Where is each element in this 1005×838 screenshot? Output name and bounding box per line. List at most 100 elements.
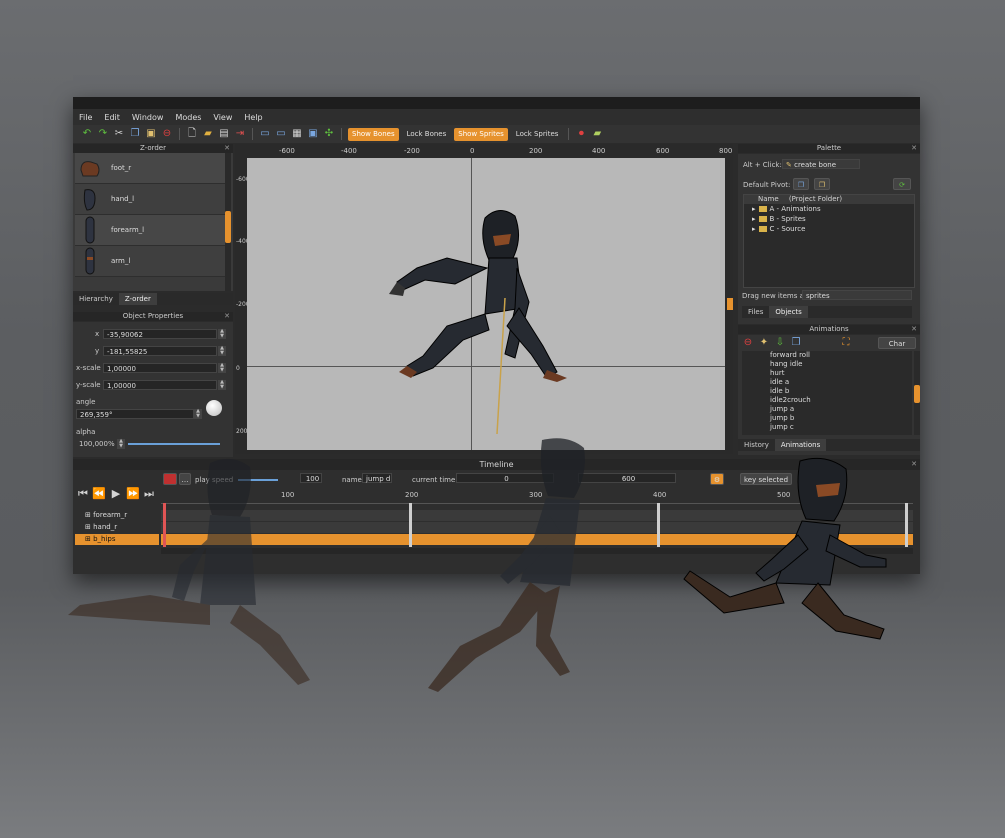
angle-dial[interactable] xyxy=(206,400,222,416)
zorder-scrollbar[interactable] xyxy=(225,153,231,291)
menu-window[interactable]: Window xyxy=(126,113,170,122)
viewport[interactable]: -600 -400 -200 0 200 400 600 800 -600 -4… xyxy=(235,144,733,454)
col-folder[interactable]: (Project Folder) xyxy=(789,195,842,203)
tab-history[interactable]: History xyxy=(738,439,775,451)
alpha-value[interactable]: 100,000% xyxy=(79,440,115,448)
tab-files[interactable]: Files xyxy=(742,306,769,318)
scrollbar-thumb[interactable] xyxy=(914,385,920,403)
yscale-spinner[interactable]: ▲ ▼ xyxy=(218,380,226,390)
new-file-icon[interactable]: 🗋 xyxy=(186,128,198,140)
cut-icon[interactable]: ✂ xyxy=(113,128,125,140)
view-icon[interactable]: ▭ xyxy=(259,128,271,140)
col-name[interactable]: Name xyxy=(758,195,779,203)
tab-objects[interactable]: Objects xyxy=(769,306,808,318)
copy-animation-icon[interactable]: ❐ xyxy=(790,337,802,349)
keyframe-marker[interactable] xyxy=(409,503,412,547)
show-bones-button[interactable]: Show Bones xyxy=(348,127,399,141)
menu-view[interactable]: View xyxy=(207,113,238,122)
list-item[interactable]: forearm_l xyxy=(75,215,225,246)
import-animation-icon[interactable]: ⇩ xyxy=(774,337,786,349)
expand-icon[interactable]: ▸ xyxy=(752,205,756,213)
list-item[interactable]: hand_l xyxy=(75,184,225,215)
y-spinner[interactable]: ▲ ▼ xyxy=(218,346,226,356)
list-item[interactable]: hurt xyxy=(770,369,785,378)
fit-icon[interactable]: ✣ xyxy=(323,128,335,140)
folder-icon[interactable]: ▰ xyxy=(591,128,603,140)
list-item[interactable]: idle b xyxy=(770,387,789,396)
view3-icon[interactable]: ▦ xyxy=(291,128,303,140)
show-sprites-button[interactable]: Show Sprites xyxy=(454,127,508,141)
redo-icon[interactable]: ↷ xyxy=(97,128,109,140)
record-icon[interactable]: ⏺ xyxy=(575,128,587,140)
pivot-button-1[interactable]: ❐ xyxy=(793,178,809,190)
default-pivot-label: Default Pivot: xyxy=(743,181,791,189)
pivot-button-2[interactable]: ❐ xyxy=(814,178,830,190)
scrollbar-thumb[interactable] xyxy=(225,211,231,243)
list-item[interactable]: idle a xyxy=(770,378,789,387)
tab-zorder[interactable]: Z-order xyxy=(118,293,157,305)
delete-icon[interactable]: ⊖ xyxy=(161,128,173,140)
x-spinner[interactable]: ▲ ▼ xyxy=(218,329,226,339)
angle-spinner[interactable]: ▲ ▼ xyxy=(194,409,202,419)
list-item[interactable]: idle2crouch xyxy=(770,396,811,405)
canvas[interactable] xyxy=(247,158,725,450)
alpha-spinner[interactable]: ▲ ▼ xyxy=(117,439,125,449)
tab-hierarchy[interactable]: Hierarchy xyxy=(73,293,119,305)
drag-select[interactable]: sprites xyxy=(802,290,912,300)
tree-item[interactable]: ▸ A - Animations xyxy=(752,205,821,213)
x-field[interactable]: -35,90062 xyxy=(103,329,217,339)
menu-help[interactable]: Help xyxy=(238,113,268,122)
list-item[interactable]: hang idle xyxy=(770,360,802,369)
remove-animation-icon[interactable]: ⊖ xyxy=(742,337,754,349)
view2-icon[interactable]: ▭ xyxy=(275,128,287,140)
scrollbar-thumb[interactable] xyxy=(727,298,733,310)
animation-name-field[interactable]: jump d xyxy=(362,473,392,483)
tree-item[interactable]: ▸ C - Source xyxy=(752,225,805,233)
xscale-field[interactable]: 1,00000 xyxy=(103,363,217,373)
alt-click-select[interactable]: ✎ create bone xyxy=(782,159,860,169)
close-icon[interactable]: ✕ xyxy=(224,312,230,321)
lock-sprites-button[interactable]: Lock Sprites xyxy=(512,128,563,141)
paste-icon[interactable]: ▣ xyxy=(145,128,157,140)
animations-scrollbar[interactable] xyxy=(914,351,920,435)
keyframe-marker[interactable] xyxy=(905,503,908,547)
list-item[interactable]: forward roll xyxy=(770,351,810,360)
open-folder-icon[interactable]: ▰ xyxy=(202,128,214,140)
angle-field[interactable]: 269,359° xyxy=(76,409,194,419)
char-maps-button[interactable]: Char Maps xyxy=(878,337,916,360)
menu-file[interactable]: File xyxy=(73,113,98,122)
animations-title-text: Animations xyxy=(809,325,849,333)
refresh-button[interactable]: ⟳ xyxy=(893,178,911,190)
close-icon[interactable]: ✕ xyxy=(224,144,230,153)
new-animation-icon[interactable]: ✦ xyxy=(758,337,770,349)
list-item[interactable]: jump c xyxy=(770,423,794,432)
undo-icon[interactable]: ↶ xyxy=(81,128,93,140)
y-field[interactable]: -181,55825 xyxy=(103,346,217,356)
close-icon[interactable]: ✕ xyxy=(911,325,917,334)
viewport-scrollbar-v[interactable] xyxy=(727,158,733,450)
view4-icon[interactable]: ▣ xyxy=(307,128,319,140)
lock-bones-button[interactable]: Lock Bones xyxy=(403,128,451,141)
tab-animations[interactable]: Animations xyxy=(774,439,827,451)
xscale-spinner[interactable]: ▲ ▼ xyxy=(218,363,226,373)
copy-icon[interactable]: ❐ xyxy=(129,128,141,140)
fullscreen-icon[interactable]: ⛶ xyxy=(840,337,852,349)
close-icon[interactable]: ✕ xyxy=(911,459,917,470)
close-icon[interactable]: ✕ xyxy=(911,144,917,153)
menu-edit[interactable]: Edit xyxy=(98,113,126,122)
ninja-character[interactable] xyxy=(367,198,567,438)
export-icon[interactable]: ⇥ xyxy=(234,128,246,140)
menu-modes[interactable]: Modes xyxy=(169,113,207,122)
list-item[interactable]: jump a xyxy=(770,405,794,414)
list-item[interactable]: arm_l xyxy=(75,246,225,277)
list-item[interactable]: jump b xyxy=(770,414,794,423)
keyframe-marker[interactable] xyxy=(657,503,660,547)
expand-icon[interactable]: ▸ xyxy=(752,215,756,223)
alpha-slider[interactable] xyxy=(128,443,220,445)
expand-icon[interactable]: ▸ xyxy=(752,225,756,233)
list-item[interactable]: foot_r xyxy=(75,153,225,184)
yscale-field[interactable]: 1,00000 xyxy=(103,380,217,390)
save-icon[interactable]: ▤ xyxy=(218,128,230,140)
ruler-x-label: 200 xyxy=(529,147,543,155)
tree-item[interactable]: ▸ B - Sprites xyxy=(752,215,806,223)
